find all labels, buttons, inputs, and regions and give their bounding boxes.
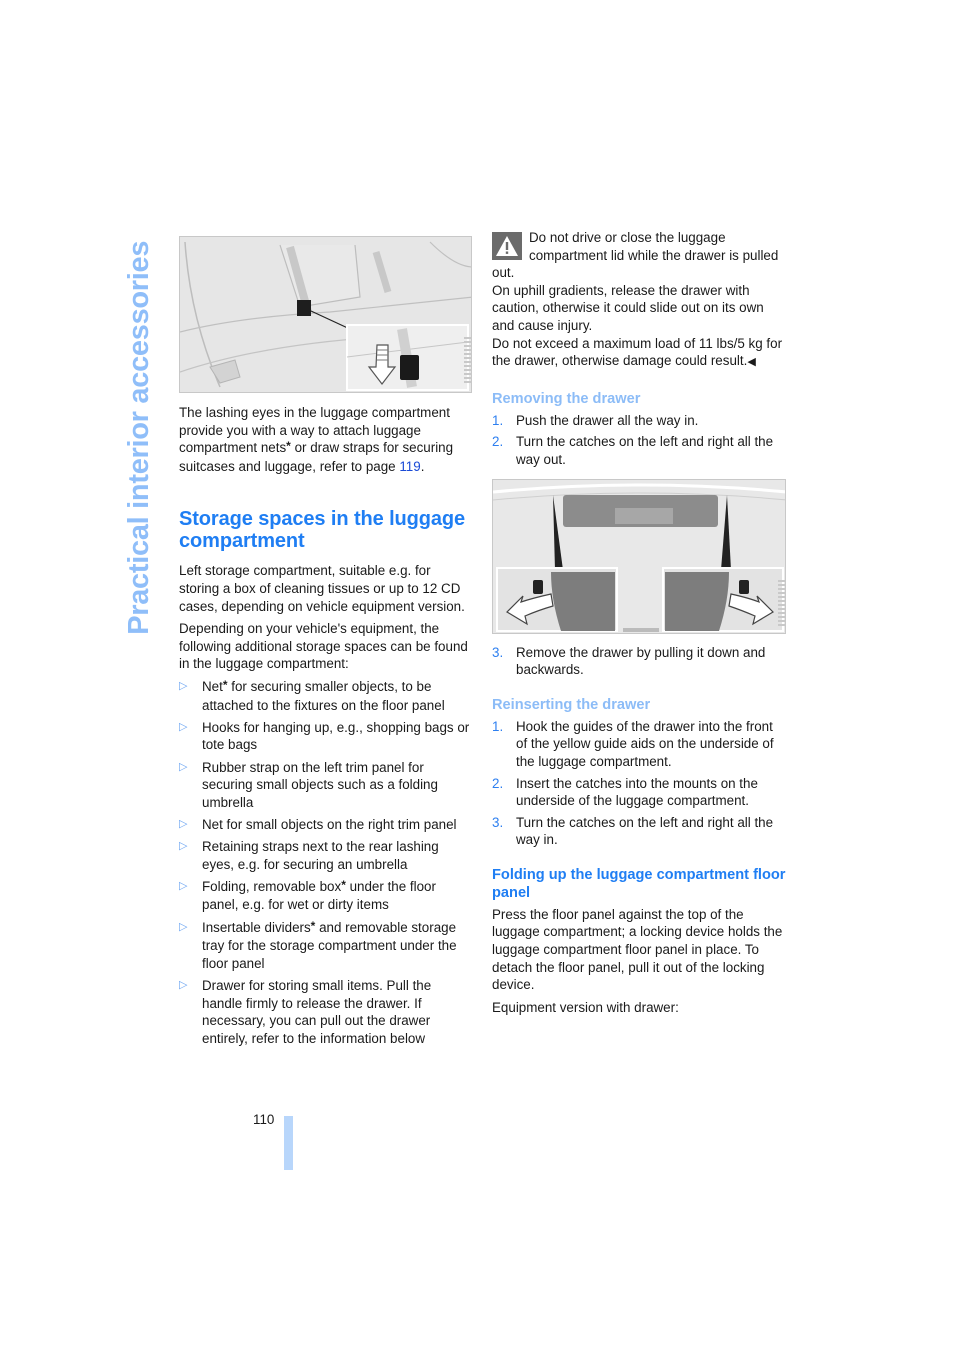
list-item: ▷ Hooks for hanging up, e.g., shopping ba… [179,719,470,753]
step-item: 2. Insert the catches into the mounts on … [492,775,758,809]
right-column: Do not drive or close the luggage compar… [492,229,786,1016]
left-storage-paragraph: Left storage compartment, suitable e.g. … [179,563,465,614]
list-item: ▷ Insertable dividers* and removable stor… [179,918,457,971]
step-item: 3. Remove the drawer by pulling it down a… [492,644,766,678]
list-item: ▷ Folding, removable box* under the floor… [179,877,436,913]
triangle-bullet-icon: ▷ [179,879,188,892]
folding-floor-panel-heading: Folding up the luggage compartment floor… [492,866,786,901]
step-item: 2. Turn the catches on the left and right… [492,434,774,467]
equipment-version-paragraph: Equipment version with drawer: [492,999,679,1015]
page-reference-link[interactable]: 119 [399,459,420,474]
list-item: ▷ Net for small objects on the right trim… [179,816,457,832]
end-of-warning-icon: ◀ [747,356,756,369]
lashing-eye-figure [179,236,472,393]
reinserting-steps: 1. Hook the guides of the drawer into the… [492,718,786,849]
triangle-bullet-icon: ▷ [179,979,188,991]
step-item: 3. Turn the catches on the left and right… [492,814,774,848]
equipment-paragraph: Depending on your vehicle's equipment, t… [179,621,468,672]
warning-line-3: Do not exceed a maximum load of 11 lbs/5… [492,335,783,369]
storage-spaces-list: ▷ Net* for securing smaller objects, to b… [179,678,473,1047]
left-column: The lashing eyes in the luggage compartm… [179,236,473,1052]
warning-triangle-icon [492,232,522,260]
page-marker-bar [284,1116,293,1170]
removing-steps-continued: 3. Remove the drawer by pulling it down a… [492,644,786,679]
removing-drawer-heading: Removing the drawer [492,390,641,407]
triangle-bullet-icon: ▷ [179,817,188,830]
step-item: 1. Hook the guides of the drawer into the… [492,718,774,769]
warning-line-1: Do not drive or close the luggage compar… [492,230,779,281]
folding-paragraph: Press the floor panel against the top of… [492,906,783,993]
section-title: Storage spaces in the luggage compartmen… [179,508,466,553]
chapter-side-title: Practical interior accessories [123,240,156,636]
list-item: ▷ Rubber strap on the left trim panel for… [179,759,438,810]
figure-code-label [778,579,785,628]
triangle-bullet-icon: ▷ [179,760,188,773]
step-item: 1. Push the drawer all the way in. [492,412,699,428]
triangle-bullet-icon: ▷ [179,679,188,692]
removing-steps: 1. Push the drawer all the way in. 2. Turn… [492,412,786,469]
warning-block: Do not drive or close the luggage compar… [492,229,786,372]
drawer-illustration [493,479,785,633]
intro-paragraph: The lashing eyes in the luggage compartm… [179,405,454,474]
list-item: ▷ Retaining straps next to the rear lashi… [179,839,439,872]
triangle-bullet-icon: ▷ [179,840,188,853]
triangle-bullet-icon: ▷ [179,920,188,933]
drawer-catches-figure [492,478,786,634]
page-number: 110 [253,1112,275,1127]
optional-equipment-star: * [286,439,291,454]
list-item: ▷ Net* for securing smaller objects, to b… [179,677,445,713]
figure-code-label [464,337,471,385]
reinserting-drawer-heading: Reinserting the drawer [492,696,651,713]
seat-illustration [180,237,471,392]
list-item: ▷ Drawer for storing small items. Pull th… [179,978,432,1046]
triangle-bullet-icon: ▷ [179,720,188,733]
warning-line-2: On uphill gradients, release the drawer … [492,282,764,333]
